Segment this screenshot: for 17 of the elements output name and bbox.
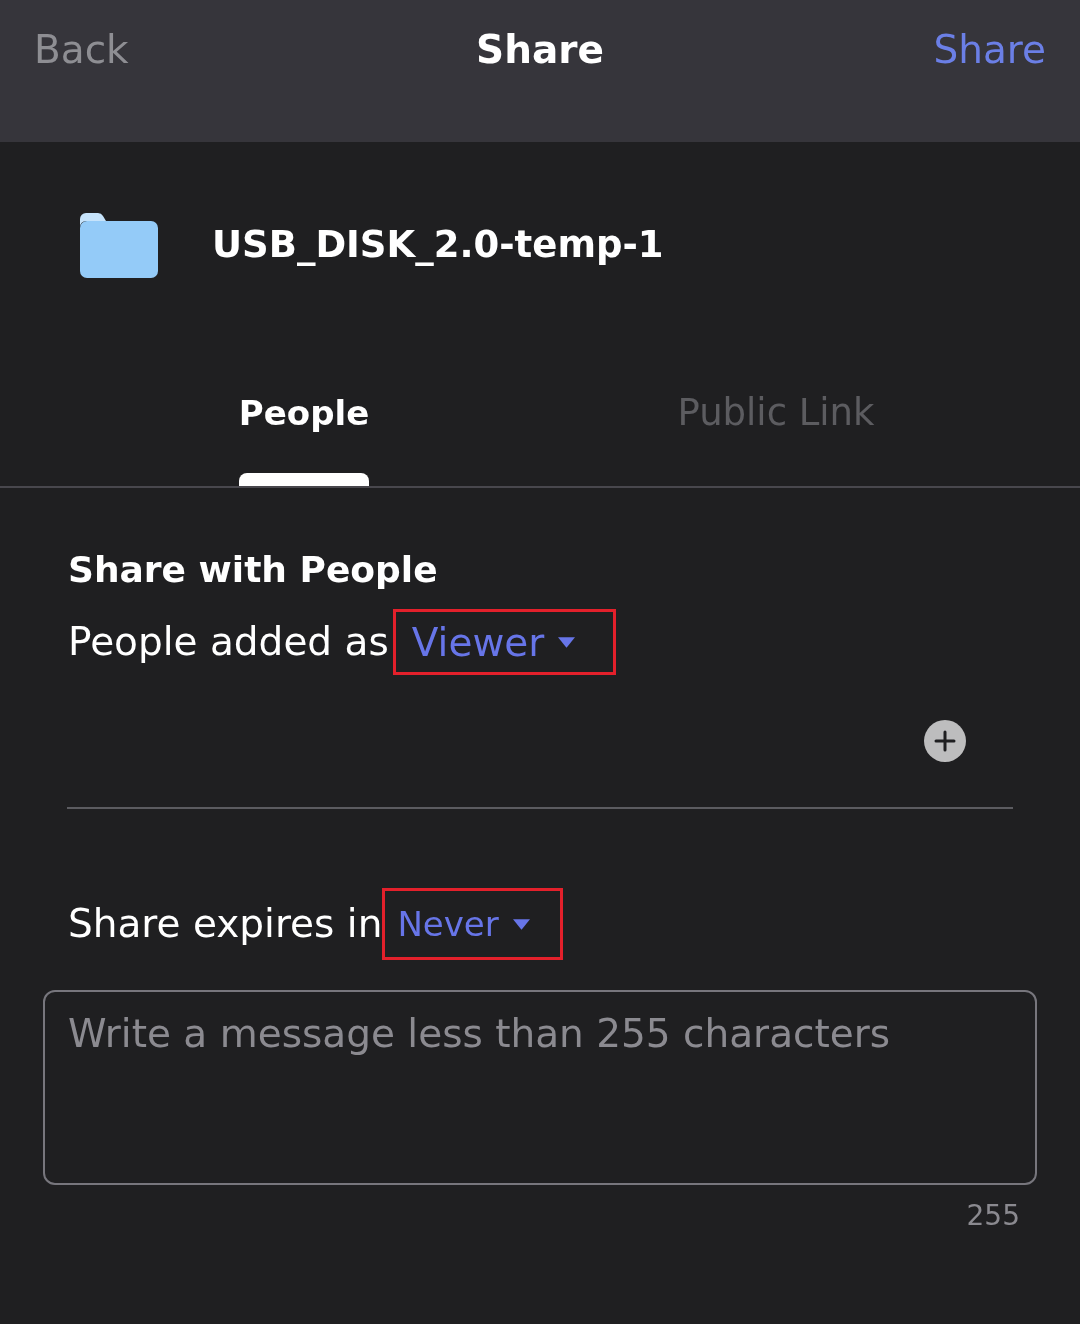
role-label: People added as xyxy=(68,619,389,665)
expiry-dropdown[interactable]: Never xyxy=(382,888,563,960)
share-button[interactable]: Share xyxy=(933,27,1046,73)
folder-icon xyxy=(80,212,158,278)
tab[interactable]: People xyxy=(68,348,540,486)
message-field[interactable]: Write a message less than 255 characters xyxy=(43,990,1037,1185)
expiry-label: Share expires in xyxy=(68,901,383,947)
character-counter: 255 xyxy=(966,1199,1020,1233)
caret-icon xyxy=(512,918,530,930)
screen-title: Share xyxy=(476,27,604,73)
caret-icon xyxy=(558,636,576,648)
folder-name: USB_DISK_2.0-temp-1 xyxy=(212,222,664,268)
tab[interactable]: Public Link xyxy=(540,348,1012,486)
section-heading: Share with People xyxy=(68,548,438,592)
back-button[interactable]: Back xyxy=(34,27,129,73)
role-dropdown[interactable]: Viewer xyxy=(392,609,617,675)
plus-circle-icon[interactable] xyxy=(924,720,966,762)
